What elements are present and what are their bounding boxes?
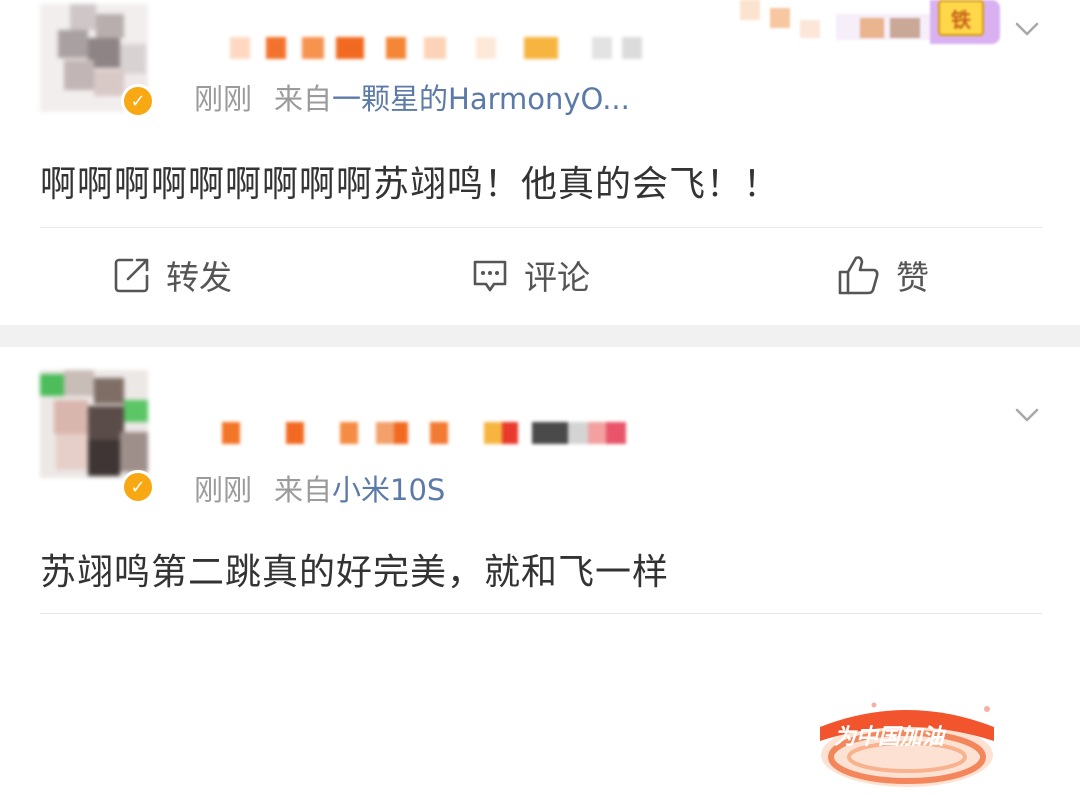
post-content[interactable]: 苏翊鸣第二跳真的好完美，就和飞一样 [40, 543, 669, 595]
post-card-1: ✓ 铁 刚刚 来自一颗星的HarmonyO... 啊啊啊啊啊啊啊啊啊苏翊鸣！他真… [0, 0, 1080, 325]
action-bar: 转发 评论 赞 [0, 229, 1080, 325]
post-content[interactable]: 啊啊啊啊啊啊啊啊啊苏翊鸣！他真的会飞！！ [40, 155, 780, 207]
username-blurred[interactable] [222, 422, 626, 444]
like-icon [838, 256, 879, 295]
post-meta: 刚刚 来自一颗星的HarmonyO... [194, 76, 630, 118]
source-prefix: 来自 [274, 82, 333, 116]
chevron-down-icon[interactable] [1014, 402, 1040, 428]
decor-sticker[interactable]: 铁 [740, 0, 1005, 48]
source-device[interactable]: 一颗星的HarmonyO... [332, 82, 630, 116]
repost-label: 转发 [166, 258, 232, 297]
like-label: 赞 [896, 258, 929, 297]
post-card-2: ✓ 为中国加油 刚刚 来自小米10S 苏翊鸣第二跳真的好完美，就和飞一样 [0, 347, 1080, 787]
username-blurred[interactable] [230, 37, 642, 59]
feed-separator [0, 325, 1080, 347]
verified-badge-icon: ✓ [121, 84, 155, 118]
comment-button[interactable]: 评论 [470, 253, 590, 297]
cheer-sticker[interactable]: 为中国加油 [812, 697, 1002, 792]
sticker-label: 为中国加油 [834, 725, 945, 750]
source-prefix: 来自 [274, 473, 333, 507]
avatar[interactable] [40, 370, 148, 478]
repost-icon [114, 258, 149, 293]
like-button[interactable]: 赞 [836, 253, 929, 297]
comment-label: 评论 [524, 258, 590, 297]
chevron-down-icon[interactable] [1014, 16, 1040, 42]
verified-badge-icon: ✓ [121, 470, 155, 504]
comment-icon [473, 260, 507, 292]
post-meta: 刚刚 来自小米10S [194, 467, 445, 509]
post-time: 刚刚 [194, 82, 253, 116]
divider [40, 613, 1042, 614]
repost-button[interactable]: 转发 [112, 253, 232, 297]
sticker-label: 铁 [938, 0, 984, 36]
source-device[interactable]: 小米10S [332, 473, 445, 507]
post-time: 刚刚 [194, 473, 253, 507]
divider [40, 227, 1042, 228]
